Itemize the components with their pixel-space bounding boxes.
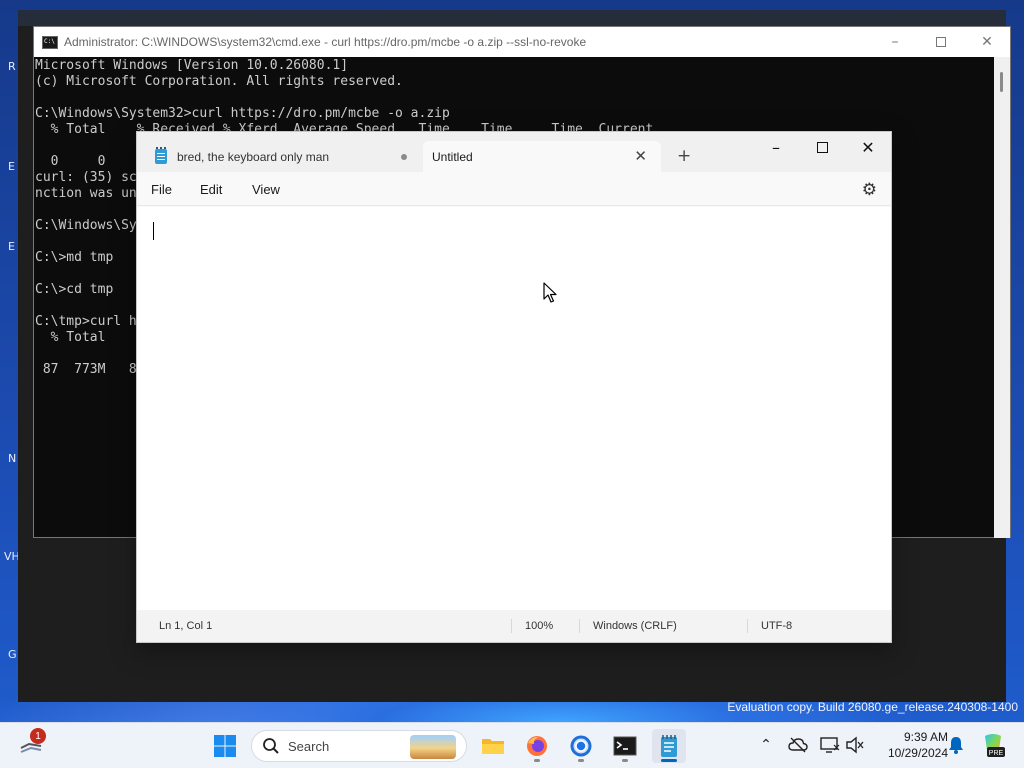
- desktop-icon-label: E: [8, 240, 15, 253]
- minimize-icon: –: [772, 137, 780, 157]
- mouse-pointer-icon: [543, 282, 557, 303]
- menu-view[interactable]: View: [252, 182, 280, 197]
- start-button[interactable]: [208, 729, 242, 763]
- firefox-icon: [527, 736, 547, 756]
- onedrive-offline-button[interactable]: [788, 735, 808, 755]
- taskbar-app-terminal[interactable]: [608, 729, 642, 763]
- status-divider: [579, 619, 580, 633]
- desktop-icon-label: N: [8, 452, 17, 465]
- cmd-scrollbar-thumb[interactable]: [1000, 72, 1003, 92]
- cmd-scrollbar[interactable]: [994, 57, 1010, 538]
- running-indicator: [622, 759, 628, 762]
- close-icon: ✕: [861, 137, 875, 157]
- background-window-titlebar[interactable]: [18, 10, 1006, 26]
- evaluation-watermark: Evaluation copy. Build 26080.ge_release.…: [727, 700, 1018, 714]
- status-divider: [747, 619, 748, 633]
- cmd-title: Administrator: C:\WINDOWS\system32\cmd.e…: [64, 35, 587, 49]
- taskbar: 1 Search ⌃ 9:39 AM 10/29/2024 PRE: [0, 722, 1024, 768]
- close-icon: ✕: [981, 34, 993, 50]
- speaker-muted-icon: [846, 736, 864, 754]
- file-explorer-icon: [482, 739, 504, 754]
- desktop-icon-label: G: [8, 648, 17, 661]
- bell-icon: [949, 737, 963, 754]
- notepad-maximize-button[interactable]: [799, 132, 845, 162]
- settings-gear-icon[interactable]: ⚙: [862, 180, 877, 200]
- search-icon: [263, 738, 279, 754]
- maximize-icon: [936, 37, 946, 47]
- notepad-file-icon: [155, 147, 167, 164]
- notepad-statusbar: Ln 1, Col 1 100% Windows (CRLF) UTF-8: [137, 610, 891, 642]
- copilot-badge-text: PRE: [989, 750, 1004, 757]
- console-line: C:\Windows\System32>curl https://dro.pm/…: [35, 106, 450, 121]
- desktop-icon-label: E: [8, 160, 15, 173]
- terminal-icon: [613, 736, 637, 756]
- notepad-icon: [661, 735, 677, 757]
- notification-badge: 1: [30, 728, 46, 744]
- search-highlight-image: [410, 735, 456, 759]
- tab-bred[interactable]: bred, the keyboard only man: [143, 141, 421, 172]
- desktop-icon-label: R: [8, 60, 16, 73]
- unsaved-dot-icon[interactable]: [401, 154, 407, 160]
- notepad-tabstrip[interactable]: bred, the keyboard only man Untitled ✕ +…: [137, 132, 891, 172]
- menu-edit[interactable]: Edit: [200, 182, 222, 197]
- show-hidden-icons-button[interactable]: ⌃: [756, 735, 776, 755]
- menu-file[interactable]: File: [151, 182, 172, 197]
- notepad-minimize-button[interactable]: –: [753, 132, 799, 162]
- notepad-close-button[interactable]: ✕: [845, 132, 891, 162]
- cmd-maximize-button[interactable]: [918, 27, 964, 57]
- zoom-level: 100%: [525, 620, 554, 632]
- status-divider: [511, 619, 512, 633]
- copilot-button[interactable]: PRE: [980, 732, 1006, 758]
- line-ending: Windows (CRLF): [593, 620, 677, 632]
- chrome-icon: [570, 735, 592, 757]
- cmd-app-icon: [42, 35, 58, 49]
- display-tray-button[interactable]: [820, 735, 840, 755]
- cmd-titlebar[interactable]: Administrator: C:\WINDOWS\system32\cmd.e…: [34, 27, 1010, 57]
- taskbar-app-notepad[interactable]: [652, 729, 686, 763]
- taskbar-app-firefox[interactable]: [520, 729, 554, 763]
- taskbar-clock[interactable]: 9:39 AM 10/29/2024: [872, 729, 948, 761]
- search-label: Search: [288, 738, 330, 754]
- cursor-position: Ln 1, Col 1: [159, 620, 213, 632]
- tab-label: bred, the keyboard only man: [177, 149, 330, 164]
- minimize-icon: –: [891, 34, 899, 50]
- clock-time: 9:39 AM: [903, 730, 948, 744]
- running-indicator: [534, 759, 540, 762]
- start-icon: [214, 735, 236, 757]
- text-caret: [153, 222, 154, 240]
- running-indicator: [578, 759, 584, 762]
- tab-close-icon[interactable]: ✕: [634, 147, 647, 165]
- cmd-minimize-button[interactable]: –: [872, 27, 918, 57]
- notepad-menubar: File Edit View ⚙: [137, 172, 891, 206]
- tab-label: Untitled: [432, 149, 473, 164]
- new-tab-button[interactable]: +: [677, 146, 691, 166]
- taskbar-search-box[interactable]: Search: [251, 730, 467, 762]
- cloud-offline-icon: [788, 737, 808, 753]
- clock-date: 10/29/2024: [887, 746, 948, 760]
- running-indicator: [661, 759, 677, 762]
- encoding: UTF-8: [761, 620, 793, 632]
- taskbar-app-file-explorer[interactable]: [476, 729, 510, 763]
- tab-untitled[interactable]: Untitled ✕: [423, 141, 661, 172]
- maximize-icon: [816, 141, 828, 153]
- cmd-close-button[interactable]: ✕: [964, 27, 1010, 57]
- notepad-window[interactable]: bred, the keyboard only man Untitled ✕ +…: [136, 131, 892, 643]
- notepad-text-area[interactable]: [137, 207, 891, 611]
- console-line: Microsoft Windows [Version 10.0.26080.1]: [35, 58, 349, 73]
- copilot-icon: PRE: [985, 734, 1005, 757]
- chevron-up-icon: ⌃: [760, 737, 772, 753]
- notifications-button[interactable]: [946, 735, 966, 755]
- monitor-icon: [820, 737, 840, 753]
- volume-tray-button[interactable]: [845, 735, 865, 755]
- console-line: (c) Microsoft Corporation. All rights re…: [35, 74, 403, 89]
- taskbar-app-chrome[interactable]: [564, 729, 598, 763]
